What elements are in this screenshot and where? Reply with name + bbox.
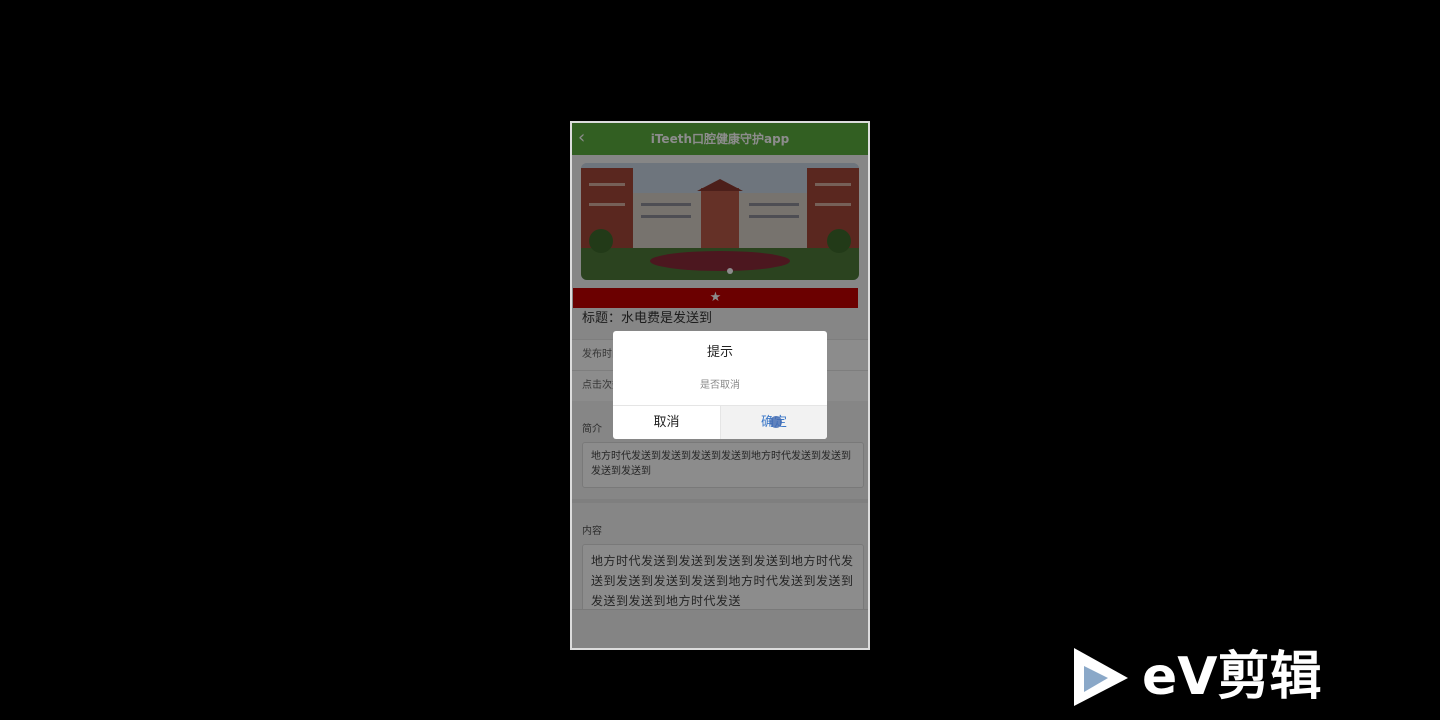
dialog-title: 提示 bbox=[706, 345, 733, 360]
confirm-dialog: 提示 是否取消 取消 确定 bbox=[613, 331, 827, 439]
dialog-message: 是否取消 bbox=[700, 380, 740, 391]
ok-button[interactable]: 确定 bbox=[721, 406, 827, 439]
phone-screen: ‹ iTeeth口腔健康守护app ★ 标题：水电费是发送到 发布时间： 点击次… bbox=[570, 121, 870, 650]
dialog-buttons: 取消 确定 bbox=[613, 405, 827, 439]
play-logo-icon bbox=[1074, 648, 1128, 706]
touch-cursor-icon bbox=[770, 416, 782, 428]
watermark-logo: eV剪辑 bbox=[1068, 644, 1338, 710]
watermark-text: eV剪辑 bbox=[1142, 647, 1322, 707]
cancel-button[interactable]: 取消 bbox=[613, 406, 721, 439]
